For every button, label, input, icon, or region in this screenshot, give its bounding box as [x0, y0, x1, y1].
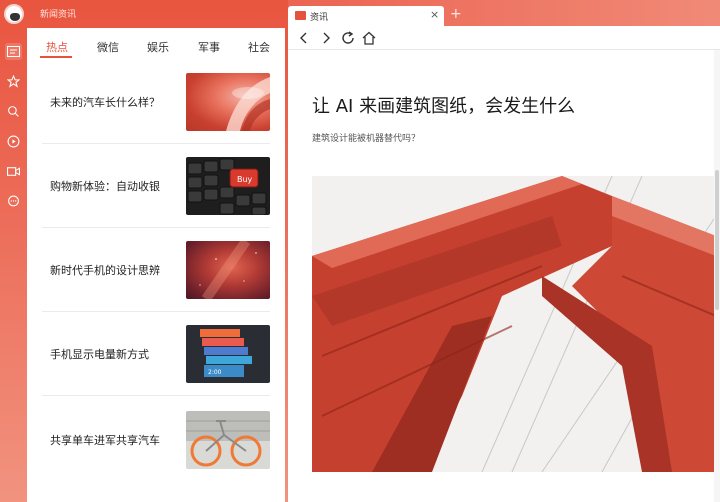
browser-tab-label: 资讯 — [310, 13, 329, 23]
news-thumbnail — [186, 241, 270, 299]
tab-entertainment[interactable]: 娱乐 — [147, 39, 169, 55]
news-icon[interactable] — [5, 43, 22, 60]
browser-toolbar — [288, 26, 720, 50]
tab-hot[interactable]: 热点 — [46, 39, 68, 55]
browser-window: 资讯 × + 让 AI 来画建筑图纸，会发生什么 建筑设计能被机器替代吗？ — [288, 0, 720, 502]
news-title: 购物新体验：自动收银 — [50, 179, 160, 193]
tab-wechat[interactable]: 微信 — [97, 39, 119, 55]
news-thumbnail: Buy — [186, 157, 270, 215]
back-icon[interactable] — [296, 30, 312, 46]
news-favicon-icon — [295, 11, 306, 20]
app-title-bar: 新闻资讯 — [0, 0, 288, 28]
browser-tab-bar: 资讯 × + — [288, 0, 720, 26]
tab-military[interactable]: 军事 — [198, 39, 220, 55]
news-item[interactable]: 购物新体验：自动收银 Buy — [42, 144, 270, 228]
side-rail — [0, 28, 27, 502]
news-title: 未来的汽车长什么样？ — [50, 95, 160, 109]
tab-society[interactable]: 社会 — [248, 39, 270, 55]
article-subtitle: 建筑设计能被机器替代吗？ — [312, 134, 421, 144]
home-icon[interactable] — [361, 30, 377, 46]
category-tabs: 热点 微信 娱乐 军事 社会 — [27, 28, 285, 60]
scrollbar-thumb[interactable] — [715, 170, 719, 310]
news-thumbnail: 2:00 — [186, 325, 270, 383]
news-title: 手机显示电量新方式 — [50, 347, 149, 361]
scrollbar[interactable] — [714, 50, 720, 502]
news-thumbnail — [186, 411, 270, 469]
news-item[interactable]: 新时代手机的设计思辨 — [42, 228, 270, 312]
news-item[interactable]: 手机显示电量新方式 2:00 — [42, 312, 270, 396]
close-icon[interactable]: × — [430, 8, 439, 21]
video-icon[interactable] — [5, 163, 22, 180]
app-title: 新闻资讯 — [40, 10, 77, 20]
active-tab-indicator — [40, 56, 72, 58]
star-icon[interactable] — [5, 73, 22, 90]
refresh-icon[interactable] — [340, 30, 356, 46]
article-title: 让 AI 来画建筑图纸，会发生什么 — [312, 96, 576, 117]
news-thumbnail — [186, 73, 270, 131]
browser-tab[interactable]: 资讯 × — [288, 6, 444, 26]
chat-icon[interactable] — [5, 193, 22, 210]
svg-text:2:00: 2:00 — [208, 369, 222, 376]
article-hero-image — [312, 176, 716, 472]
avatar[interactable] — [4, 4, 24, 24]
news-title: 新时代手机的设计思辨 — [50, 263, 160, 277]
svg-text:Buy: Buy — [237, 175, 253, 184]
news-item[interactable]: 未来的汽车长什么样？ — [42, 60, 270, 144]
search-icon[interactable] — [5, 103, 22, 120]
news-title: 共享单车进军共享汽车 — [50, 434, 160, 447]
news-item[interactable]: 共享单车进军共享汽车 — [42, 398, 270, 482]
new-tab-button[interactable]: + — [450, 7, 462, 21]
news-list-panel: 热点 微信 娱乐 军事 社会 未来的汽车长什么样？ 购物新体验：自动收银 Buy… — [27, 28, 285, 502]
play-icon[interactable] — [5, 133, 22, 150]
forward-icon[interactable] — [318, 30, 334, 46]
